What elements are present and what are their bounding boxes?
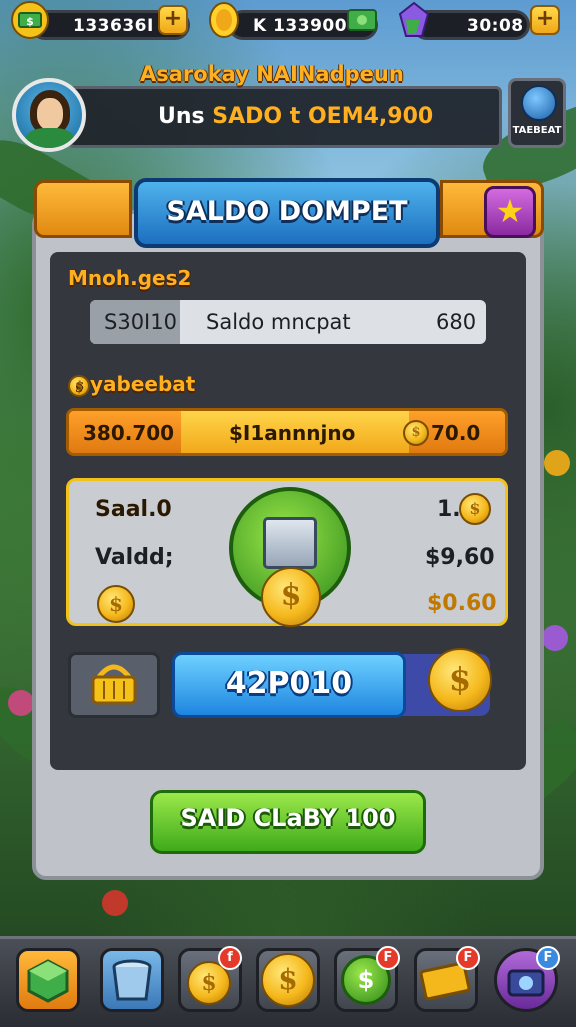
flower-decoration	[544, 450, 570, 476]
section-label-1: Mnoh.ges2	[68, 266, 192, 290]
side-menu-label: TAEBEAT	[512, 125, 562, 136]
section-label-2: $ yabeebat	[68, 372, 195, 397]
flower-decoration	[8, 690, 34, 716]
gold-coin-icon	[204, 0, 244, 40]
safe-box-icon	[263, 517, 317, 569]
bucket-icon	[112, 959, 152, 1001]
flower-decoration	[542, 625, 568, 651]
coin-icon: $	[68, 374, 90, 397]
svg-text:$: $	[26, 15, 34, 28]
nav-inventory-button[interactable]	[100, 948, 164, 1012]
panel-tab-left[interactable]	[34, 180, 132, 238]
coin-icon: $	[403, 420, 429, 446]
star-icon: ★	[495, 192, 525, 230]
coin-value: K 133900	[253, 16, 348, 36]
nav-gold-button[interactable]: $	[256, 948, 320, 1012]
profile-line-highlight: SADO t OEM4,900	[212, 104, 434, 129]
card-label-2: Valdd;	[95, 545, 174, 570]
gem-value: 30:08	[467, 16, 524, 36]
coin-icon: $	[97, 585, 135, 623]
panel-title: SALDO DOMPET	[166, 196, 408, 227]
gem-crystal-icon	[394, 0, 434, 40]
add-cash-button[interactable]: +	[158, 5, 188, 35]
reward-row-right: 70.0	[431, 421, 481, 445]
add-gems-button[interactable]: +	[530, 5, 560, 35]
card-label-1: Saal.0	[95, 497, 172, 522]
profile-balance-line: Uns SADO t OEM4,900	[158, 104, 433, 129]
card-right-3: $0.60	[427, 591, 497, 616]
player-name: Asarokay NAINadpeun	[140, 62, 404, 86]
cash-bundle-icon	[342, 0, 382, 40]
balance-row[interactable]: S30I10 Saldo mncpat 680	[90, 300, 486, 344]
side-menu-button[interactable]: TAEBEAT	[508, 78, 566, 148]
nav-shop-button[interactable]	[16, 948, 80, 1012]
cash-value: 133636I	[73, 16, 154, 36]
coin-icon: $	[261, 953, 315, 1007]
coin-icon: $	[428, 648, 492, 712]
wallet-card: Saal.0 Valdd; $ $ 1. $ $9,60 $0.60	[66, 478, 508, 627]
reward-row-label: $I1annnjno	[229, 421, 356, 445]
value-bar-amount: 42P010	[225, 666, 353, 701]
claim-button-label: SAID CLaBY 100	[180, 804, 396, 832]
cash-stack-icon: $	[10, 0, 50, 40]
resource-bar: 133636I $ + K 133900 30:08 +	[0, 1, 576, 46]
card-right-1: 1.	[437, 497, 461, 522]
reward-row-left: 380.700	[83, 421, 175, 445]
green-cube-icon	[27, 959, 69, 1003]
globe-icon	[521, 85, 557, 121]
flower-decoration	[102, 890, 128, 916]
card-right-2: $9,60	[425, 545, 495, 570]
balance-row-label: Saldo mncpat	[206, 310, 351, 334]
favorite-star-button[interactable]: ★	[484, 186, 536, 238]
coin-icon: $	[261, 567, 321, 627]
notification-badge: f	[218, 946, 242, 970]
notification-badge: F	[536, 946, 560, 970]
basket-icon	[91, 664, 137, 705]
reward-row[interactable]: 380.700 $I1annnjno $ 70.0	[66, 408, 508, 456]
balance-row-right: 680	[436, 310, 477, 334]
notification-badge: F	[456, 946, 480, 970]
basket-button[interactable]	[68, 652, 160, 718]
profile-line-prefix: Uns	[158, 104, 205, 129]
notification-badge: F	[376, 946, 400, 970]
balance-row-left: S30I10	[104, 310, 177, 334]
coin-icon: $	[459, 493, 491, 525]
avatar[interactable]	[12, 78, 86, 152]
